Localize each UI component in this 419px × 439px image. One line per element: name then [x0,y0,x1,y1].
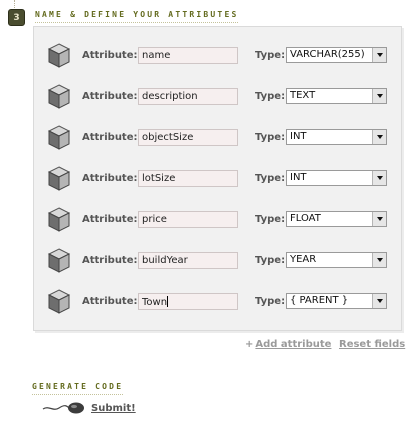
chevron-down-icon[interactable] [372,212,386,226]
chevron-down-icon[interactable] [372,294,386,308]
attribute-label: Attribute: [82,173,138,184]
step-connector-line [14,0,15,8]
plus-icon: + [245,339,254,350]
cube-icon [47,42,71,69]
attribute-name-value: Town [142,297,168,308]
type-select[interactable]: FLOAT [286,211,387,227]
type-label: Type: [255,173,286,184]
attribute-row: Attribute: objectSize Type: INT [34,124,401,154]
type-select[interactable]: INT [286,129,387,145]
attribute-row: Attribute: buildYear Type: YEAR [34,247,401,277]
attribute-name-value: objectSize [142,132,194,143]
type-select-value: YEAR [290,254,317,265]
type-select[interactable]: INT [286,170,387,186]
chevron-down-icon[interactable] [372,48,386,62]
attribute-name-value: price [142,214,167,225]
type-label: Type: [255,132,286,143]
add-attribute-link[interactable]: + Add attribute [245,339,331,350]
attribute-name-input[interactable]: description [138,88,238,105]
type-label: Type: [255,255,286,266]
type-select[interactable]: { PARENT } [286,293,387,309]
cube-icon [47,206,71,233]
type-label: Type: [255,91,286,102]
attribute-name-input[interactable]: objectSize [138,129,238,146]
sperm-icon[interactable] [41,400,87,416]
add-attribute-label: Add attribute [255,339,332,350]
attribute-name-value: buildYear [142,255,188,266]
cube-icon [47,165,71,192]
attribute-label: Attribute: [82,132,138,143]
attribute-row: Attribute: price Type: FLOAT [34,206,401,236]
type-label: Type: [255,214,286,225]
text-caret [167,296,169,307]
type-select[interactable]: VARCHAR(255) [286,47,387,63]
attribute-name-value: lotSize [142,173,176,184]
generate-code-title: GENERATE CODE [32,382,124,395]
attribute-name-input[interactable]: buildYear [138,252,238,269]
attribute-row: Attribute: name Type: VARCHAR(255) [34,42,401,72]
attribute-row: Attribute: lotSize Type: INT [34,165,401,195]
cube-icon [47,247,71,274]
attribute-name-input[interactable]: Town [138,293,238,310]
reset-fields-link[interactable]: Reset fields [339,339,405,350]
type-select[interactable]: TEXT [286,88,387,104]
type-label: Type: [255,50,286,61]
section-title: NAME & DEFINE YOUR ATTRIBUTES [35,10,239,23]
type-select-value: { PARENT } [290,295,349,306]
step-number-badge: 3 [8,9,25,26]
attribute-label: Attribute: [82,255,138,266]
attribute-row: Attribute: description Type: TEXT [34,83,401,113]
attribute-name-value: description [142,91,198,102]
type-select-value: FLOAT [290,213,321,224]
attribute-name-input[interactable]: name [138,47,238,64]
attribute-label: Attribute: [82,50,138,61]
type-select[interactable]: YEAR [286,252,387,268]
chevron-down-icon[interactable] [372,171,386,185]
attributes-panel: Attribute: name Type: VARCHAR(255) Attribute… [33,26,402,331]
type-select-value: INT [290,131,307,142]
attribute-label: Attribute: [82,91,138,102]
cube-icon [47,288,71,315]
type-select-value: INT [290,172,307,183]
attribute-label: Attribute: [82,214,138,225]
cube-icon [47,83,71,110]
attribute-row: Attribute: Town Type: { PARENT } [34,288,401,318]
chevron-down-icon[interactable] [372,89,386,103]
type-label: Type: [255,296,286,307]
attribute-name-input[interactable]: lotSize [138,170,238,187]
chevron-down-icon[interactable] [372,130,386,144]
attribute-label: Attribute: [82,296,138,307]
submit-button[interactable]: Submit! [91,403,136,414]
attribute-name-value: name [142,50,171,61]
chevron-down-icon[interactable] [372,253,386,267]
attribute-name-input[interactable]: price [138,211,238,228]
cube-icon [47,124,71,151]
type-select-value: VARCHAR(255) [290,49,365,60]
type-select-value: TEXT [290,90,316,101]
